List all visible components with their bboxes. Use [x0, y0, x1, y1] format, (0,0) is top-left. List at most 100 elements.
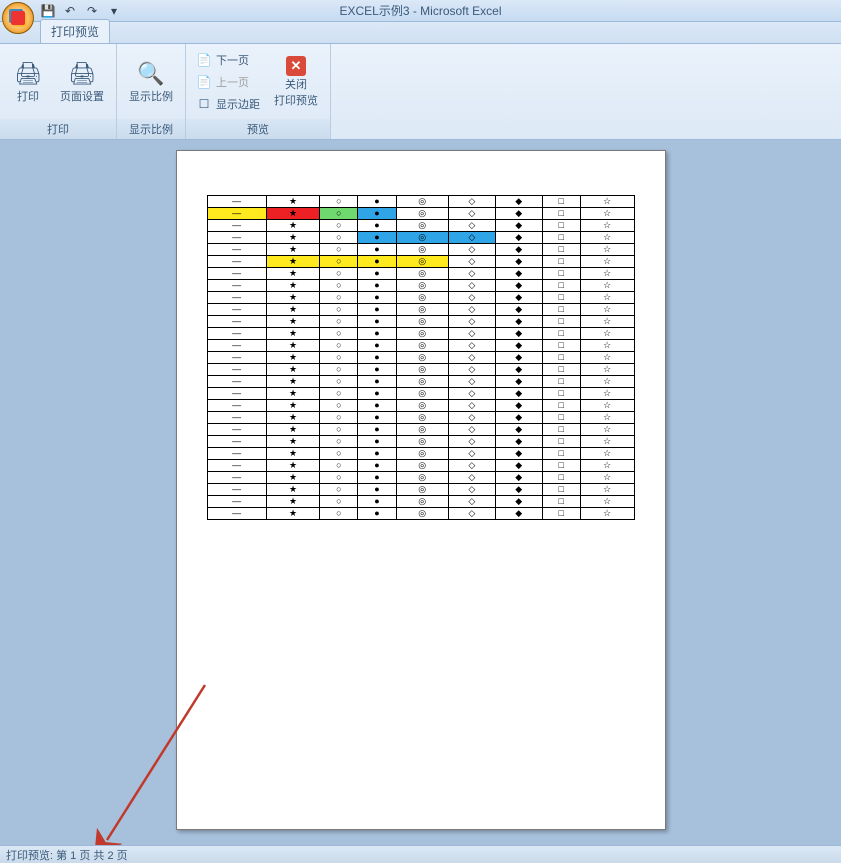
table-cell: ○ — [320, 376, 358, 388]
close-preview-button[interactable]: ✕ 关闭 打印预览 — [268, 49, 324, 115]
table-cell: □ — [542, 196, 580, 208]
table-cell: ◇ — [448, 208, 495, 220]
table-cell: ☆ — [580, 208, 634, 220]
table-cell: ◎ — [396, 436, 448, 448]
table-cell: ★ — [266, 328, 320, 340]
table-cell: ◇ — [448, 244, 495, 256]
table-cell: ◆ — [495, 208, 542, 220]
table-cell: ◎ — [396, 208, 448, 220]
table-cell: ○ — [320, 448, 358, 460]
table-cell: ● — [358, 304, 396, 316]
table-cell: ◎ — [396, 400, 448, 412]
table-cell: ☆ — [580, 328, 634, 340]
table-cell: ◎ — [396, 340, 448, 352]
zoom-label: 显示比例 — [129, 88, 173, 104]
table-cell: □ — [542, 412, 580, 424]
printer-icon: 🖨 — [14, 60, 42, 88]
table-cell: — — [207, 484, 266, 496]
table-cell: — — [207, 412, 266, 424]
table-cell: ○ — [320, 208, 358, 220]
tab-print-preview[interactable]: 打印预览 — [40, 19, 110, 43]
qat-dropdown-icon[interactable]: ▾ — [106, 3, 122, 19]
table-cell: ★ — [266, 256, 320, 268]
table-cell: ☆ — [580, 364, 634, 376]
table-cell: □ — [542, 268, 580, 280]
next-page-label: 下一页 — [216, 52, 249, 68]
table-cell: ★ — [266, 412, 320, 424]
table-cell: ◎ — [396, 412, 448, 424]
table-cell: □ — [542, 292, 580, 304]
table-cell: ◇ — [448, 364, 495, 376]
table-cell: ◆ — [495, 424, 542, 436]
table-cell: ◆ — [495, 220, 542, 232]
table-cell: ● — [358, 400, 396, 412]
next-page-button[interactable]: 📄 下一页 — [192, 50, 264, 70]
table-cell: ◎ — [396, 508, 448, 520]
table-cell: — — [207, 256, 266, 268]
table-cell: ◇ — [448, 304, 495, 316]
office-button[interactable] — [2, 2, 34, 34]
table-cell: □ — [542, 256, 580, 268]
table-cell: □ — [542, 304, 580, 316]
table-cell: ◆ — [495, 436, 542, 448]
table-cell: — — [207, 340, 266, 352]
table-cell: ◆ — [495, 388, 542, 400]
table-cell: ○ — [320, 484, 358, 496]
table-cell: ★ — [266, 304, 320, 316]
table-cell: ☆ — [580, 292, 634, 304]
table-cell: ○ — [320, 268, 358, 280]
group-zoom-label: 显示比例 — [117, 119, 185, 139]
table-cell: ● — [358, 508, 396, 520]
table-cell: ○ — [320, 400, 358, 412]
page-setup-button[interactable]: 🖨 页面设置 — [54, 49, 110, 115]
table-cell: ◆ — [495, 376, 542, 388]
table-cell: ★ — [266, 316, 320, 328]
table-cell: ● — [358, 496, 396, 508]
show-margins-checkbox[interactable]: ☐ 显示边距 — [192, 94, 264, 114]
table-cell: ◆ — [495, 232, 542, 244]
table-cell: ◎ — [396, 376, 448, 388]
undo-icon[interactable]: ↶ — [62, 3, 78, 19]
table-cell: ◆ — [495, 244, 542, 256]
next-page-icon: 📄 — [196, 52, 212, 68]
table-cell: ○ — [320, 232, 358, 244]
preview-page[interactable]: —★○●◎◇◆□☆—★○●◎◇◆□☆—★○●◎◇◆□☆—★○●◎◇◆□☆—★○●… — [176, 150, 666, 830]
table-cell: ◎ — [396, 352, 448, 364]
table-cell: ◎ — [396, 484, 448, 496]
table-cell: ● — [358, 484, 396, 496]
save-icon[interactable]: 💾 — [40, 3, 56, 19]
zoom-button[interactable]: 🔍 显示比例 — [123, 49, 179, 115]
table-cell: ◎ — [396, 304, 448, 316]
table-cell: ★ — [266, 208, 320, 220]
table-cell: □ — [542, 280, 580, 292]
status-text: 打印预览: 第 1 页 共 2 页 — [6, 847, 128, 863]
print-button[interactable]: 🖨 打印 — [6, 49, 50, 115]
table-cell: □ — [542, 376, 580, 388]
table-cell: — — [207, 472, 266, 484]
table-cell: ☆ — [580, 460, 634, 472]
table-cell: ○ — [320, 280, 358, 292]
table-cell: ◆ — [495, 412, 542, 424]
table-cell: ◆ — [495, 352, 542, 364]
table-cell: ★ — [266, 508, 320, 520]
table-cell: ◇ — [448, 424, 495, 436]
table-cell: ◆ — [495, 448, 542, 460]
table-cell: ● — [358, 424, 396, 436]
table-cell: ○ — [320, 424, 358, 436]
ribbon-tabs: 打印预览 — [0, 22, 841, 44]
table-cell: ◇ — [448, 256, 495, 268]
table-cell: ◎ — [396, 268, 448, 280]
table-cell: □ — [542, 472, 580, 484]
table-cell: □ — [542, 400, 580, 412]
table-cell: ☆ — [580, 472, 634, 484]
table-cell: ● — [358, 292, 396, 304]
table-cell: □ — [542, 208, 580, 220]
table-cell: □ — [542, 484, 580, 496]
table-cell: ● — [358, 244, 396, 256]
table-cell: □ — [542, 460, 580, 472]
redo-icon[interactable]: ↷ — [84, 3, 100, 19]
table-cell: ☆ — [580, 244, 634, 256]
table-cell: ◇ — [448, 508, 495, 520]
table-cell: ☆ — [580, 220, 634, 232]
table-cell: ○ — [320, 220, 358, 232]
